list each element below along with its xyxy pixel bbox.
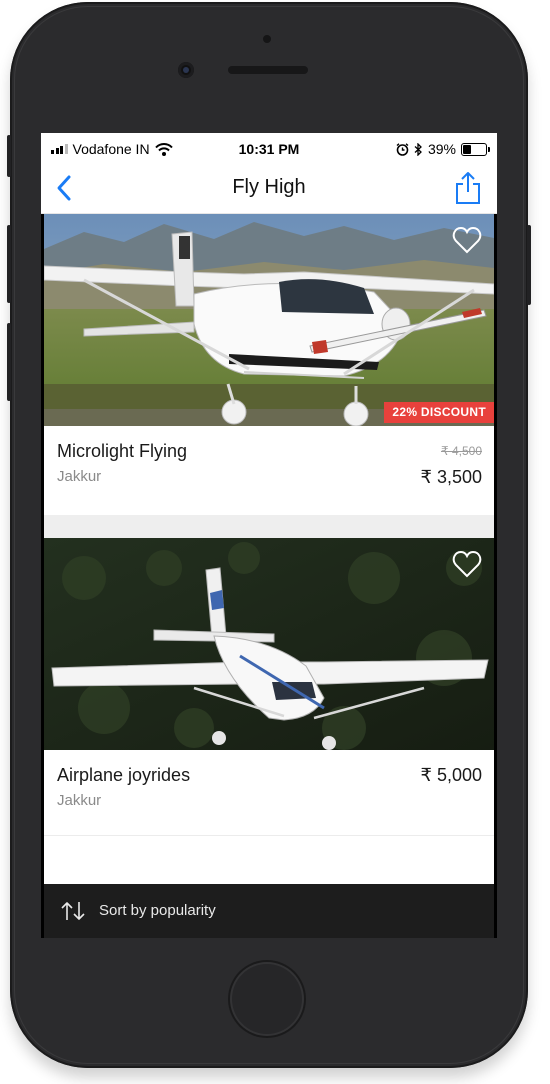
listing-location: Jakkur bbox=[57, 792, 102, 809]
list-item[interactable]: Airplane joyrides Jakkur ₹ 5,000 bbox=[44, 538, 494, 835]
front-camera bbox=[178, 62, 194, 78]
sort-label: Sort by popularity bbox=[99, 902, 216, 919]
share-icon bbox=[456, 172, 480, 204]
original-price: ₹ 4,500 bbox=[441, 444, 482, 458]
alarm-icon bbox=[396, 142, 409, 156]
mute-switch bbox=[7, 135, 11, 177]
home-button[interactable] bbox=[228, 960, 306, 1038]
list-item[interactable]: 22% DISCOUNT Microlight Flying Jakkur ₹ … bbox=[44, 214, 494, 515]
listing-photo-airplane bbox=[44, 538, 494, 750]
power-button bbox=[527, 225, 531, 305]
discount-badge: 22% DISCOUNT bbox=[384, 402, 494, 423]
sort-button[interactable]: Sort by popularity bbox=[44, 884, 494, 938]
listing-title: Airplane joyrides bbox=[57, 765, 191, 785]
sort-arrows-icon bbox=[61, 902, 85, 920]
status-right: 39% bbox=[396, 141, 490, 157]
favorite-button[interactable] bbox=[452, 550, 482, 578]
share-button[interactable] bbox=[453, 170, 483, 206]
activity-list: 22% DISCOUNT Microlight Flying Jakkur ₹ … bbox=[44, 214, 494, 884]
volume-up-button bbox=[7, 225, 11, 303]
favorite-button[interactable] bbox=[452, 226, 482, 254]
proximity-sensor bbox=[263, 35, 271, 43]
earpiece-speaker bbox=[228, 66, 308, 74]
status-bar: Vodafone IN 10:31 PM 39% bbox=[41, 133, 497, 163]
listing-price: ₹ 3,500 bbox=[420, 467, 483, 487]
app-screen: Vodafone IN 10:31 PM 39% Fly High 22% DI… bbox=[41, 133, 497, 938]
heart-outline-icon bbox=[452, 226, 482, 254]
listing-title: Microlight Flying bbox=[57, 441, 188, 461]
listing-location: Jakkur bbox=[57, 468, 102, 485]
listing-price: ₹ 5,000 bbox=[420, 765, 483, 785]
list-separator bbox=[44, 835, 494, 836]
listing-photo-microlight: 22% DISCOUNT bbox=[44, 214, 494, 426]
battery-icon bbox=[461, 142, 490, 156]
battery-level-fill bbox=[463, 144, 471, 154]
bluetooth-icon bbox=[414, 142, 422, 156]
battery-percent: 39% bbox=[427, 141, 456, 157]
heart-outline-icon bbox=[452, 550, 482, 578]
volume-down-button bbox=[7, 323, 11, 401]
navigation-bar: Fly High bbox=[41, 163, 497, 214]
page-title: Fly High bbox=[232, 176, 306, 198]
section-divider bbox=[44, 515, 494, 538]
